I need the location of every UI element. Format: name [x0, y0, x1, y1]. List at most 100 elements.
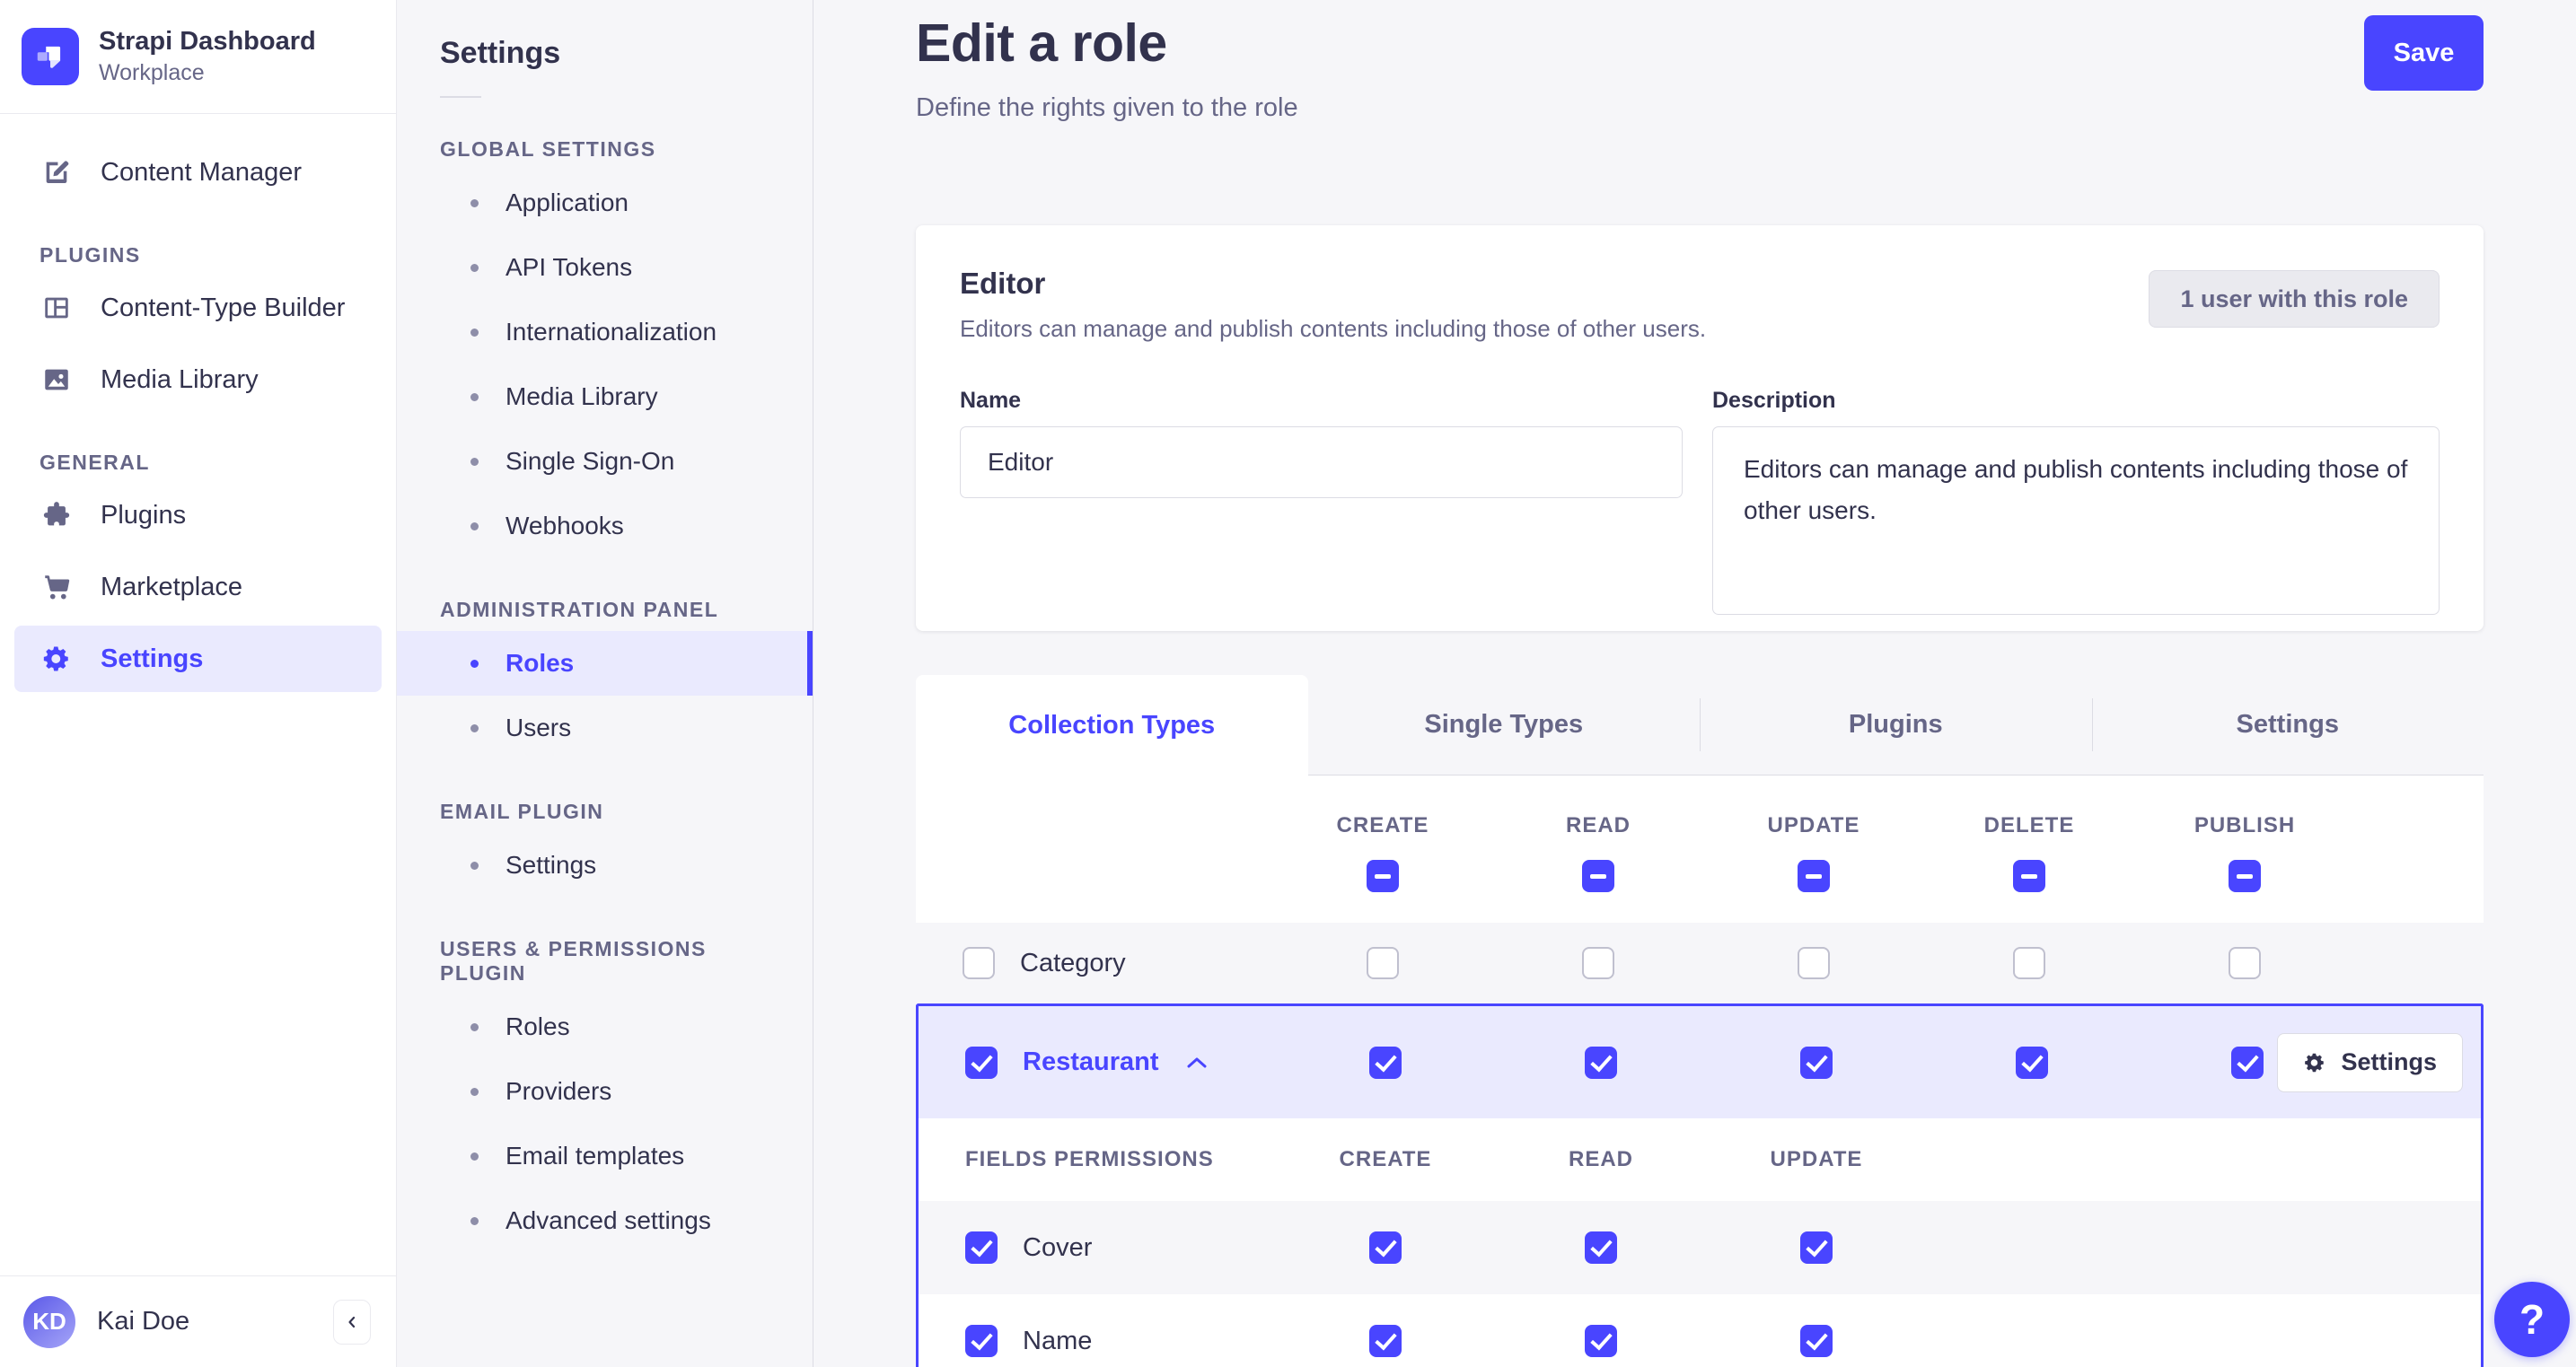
- sidebar-item-settings[interactable]: Settings: [14, 626, 382, 693]
- category-update-checkbox[interactable]: [1798, 947, 1830, 979]
- subnav-item-users[interactable]: Users: [397, 696, 813, 760]
- description-textarea[interactable]: Editors can manage and publish contents …: [1712, 426, 2440, 615]
- row-checkbox[interactable]: [965, 1325, 998, 1357]
- restaurant-update-checkbox[interactable]: [1800, 1046, 1833, 1079]
- tab-single-types[interactable]: Single Types: [1307, 675, 1700, 776]
- column-header-label: CREATE: [1336, 813, 1429, 837]
- restaurant-read-checkbox[interactable]: [1585, 1046, 1617, 1079]
- category-delete-checkbox[interactable]: [2013, 947, 2045, 979]
- column-publish: PUBLISH: [2137, 813, 2352, 892]
- page-title: Edit a role: [916, 13, 1167, 73]
- brand-text: Strapi Dashboard Workplace: [99, 27, 316, 86]
- subnav-item-up-roles[interactable]: Roles: [397, 995, 813, 1059]
- save-button[interactable]: Save: [2364, 15, 2484, 91]
- bullet-dot: [470, 1087, 479, 1096]
- brand-header[interactable]: Strapi Dashboard Workplace: [0, 0, 396, 115]
- select-all-read-checkbox[interactable]: [1582, 860, 1614, 892]
- sidebar-footer: KD Kai Doe: [0, 1275, 396, 1367]
- subnav-title: Settings: [440, 36, 561, 70]
- table-row-restaurant: Restaurant Settings: [919, 1006, 2481, 1118]
- sidebar-item-content-type-builder[interactable]: Content-Type Builder: [14, 275, 382, 341]
- sidebar-item-marketplace[interactable]: Marketplace: [14, 554, 382, 620]
- gear-icon: [2303, 1051, 2326, 1074]
- main-content: Edit a role Define the rights given to t…: [813, 0, 2576, 1367]
- avatar[interactable]: KD: [23, 1295, 75, 1348]
- sidebar-section-general: GENERAL: [40, 451, 150, 475]
- subnav-item-label: Email templates: [506, 1142, 685, 1170]
- strapi-logo-icon: [22, 28, 79, 86]
- subnav-item-label: Single Sign-On: [506, 447, 675, 475]
- subnav-item-api-tokens[interactable]: API Tokens: [397, 235, 813, 300]
- column-header-label: PUBLISH: [2194, 813, 2296, 837]
- row-label[interactable]: Category: [1020, 949, 1126, 978]
- tab-plugins[interactable]: Plugins: [1700, 675, 2092, 776]
- column-delete: DELETE: [1921, 813, 2137, 892]
- subnav-item-media-library[interactable]: Media Library: [397, 364, 813, 429]
- select-all-update-checkbox[interactable]: [1798, 860, 1830, 892]
- subnav-item-single-sign-on[interactable]: Single Sign-On: [397, 429, 813, 494]
- restaurant-settings-button[interactable]: Settings: [2277, 1032, 2463, 1092]
- sidebar-item-plugins[interactable]: Plugins: [14, 482, 382, 548]
- name-update-checkbox[interactable]: [1800, 1325, 1833, 1357]
- cart-icon: [40, 570, 74, 604]
- fields-permissions-header: FIELDS PERMISSIONS CREATE READ UPDATE: [919, 1118, 2481, 1201]
- bullet-dot: [470, 659, 479, 668]
- row-label[interactable]: Restaurant: [1023, 1047, 1159, 1077]
- category-publish-checkbox[interactable]: [2229, 947, 2261, 979]
- subnav-item-label: Advanced settings: [506, 1206, 711, 1234]
- tab-collection-types[interactable]: Collection Types: [916, 675, 1308, 776]
- cover-update-checkbox[interactable]: [1800, 1231, 1833, 1264]
- column-header-label: READ: [1568, 1147, 1633, 1171]
- help-button[interactable]: ?: [2494, 1282, 2570, 1357]
- subnav-item-webhooks[interactable]: Webhooks: [397, 494, 813, 558]
- collapse-sidebar-button[interactable]: [333, 1299, 371, 1345]
- brand-subtitle: Workplace: [99, 60, 205, 86]
- subnav-item-advanced-settings[interactable]: Advanced settings: [397, 1188, 813, 1253]
- restaurant-create-checkbox[interactable]: [1369, 1046, 1402, 1079]
- name-create-checkbox[interactable]: [1369, 1325, 1402, 1357]
- field-row-cover: Cover: [919, 1201, 2481, 1294]
- subnav-item-label: Users: [506, 714, 572, 741]
- category-create-checkbox[interactable]: [1367, 947, 1399, 979]
- subnav-item-email-templates[interactable]: Email templates: [397, 1124, 813, 1188]
- restaurant-publish-checkbox[interactable]: [2231, 1046, 2264, 1079]
- role-title: Editor: [960, 267, 1046, 300]
- select-all-create-checkbox[interactable]: [1367, 860, 1399, 892]
- row-checkbox[interactable]: [965, 1046, 998, 1079]
- column-header-label: UPDATE: [1767, 813, 1860, 837]
- app-root: Strapi Dashboard Workplace Content Manag…: [0, 0, 2576, 1367]
- select-all-publish-checkbox[interactable]: [2229, 860, 2261, 892]
- subnav-item-internationalization[interactable]: Internationalization: [397, 300, 813, 364]
- tab-settings[interactable]: Settings: [2091, 675, 2484, 776]
- sidebar-item-media-library[interactable]: Media Library: [14, 346, 382, 413]
- subnav-item-label: Application: [506, 188, 629, 216]
- subnav-item-roles[interactable]: Roles: [397, 631, 813, 696]
- row-label: Cover: [1023, 1232, 1093, 1262]
- row-checkbox[interactable]: [965, 1231, 998, 1264]
- chevron-up-icon[interactable]: [1186, 1056, 1208, 1070]
- subnav-item-providers[interactable]: Providers: [397, 1059, 813, 1124]
- cover-create-checkbox[interactable]: [1369, 1231, 1402, 1264]
- subnav-item-email-settings[interactable]: Settings: [397, 833, 813, 898]
- sidebar-item-label: Media Library: [101, 364, 259, 394]
- row-checkbox[interactable]: [963, 947, 995, 979]
- row-label-cell: Cover: [919, 1231, 1278, 1264]
- sidebar-item-content-manager[interactable]: Content Manager: [14, 139, 382, 206]
- subnav-item-application[interactable]: Application: [397, 171, 813, 235]
- name-input[interactable]: [960, 426, 1683, 498]
- name-read-checkbox[interactable]: [1585, 1325, 1617, 1357]
- settings-subnav: Settings GLOBAL SETTINGS Application API…: [397, 0, 813, 1367]
- subnav-item-label: API Tokens: [506, 253, 633, 281]
- users-with-role-button[interactable]: 1 user with this role: [2149, 270, 2440, 328]
- restaurant-delete-checkbox[interactable]: [2016, 1046, 2048, 1079]
- subnav-section-global-settings: GLOBAL SETTINGS: [440, 137, 656, 161]
- sidebar-item-label: Marketplace: [101, 572, 242, 601]
- chevron-left-icon: [343, 1313, 361, 1331]
- sidebar-section-plugins: PLUGINS: [40, 243, 141, 267]
- role-description-text: Editors can manage and publish contents …: [960, 315, 1707, 342]
- column-create: CREATE: [1275, 813, 1490, 892]
- cover-read-checkbox[interactable]: [1585, 1231, 1617, 1264]
- select-all-delete-checkbox[interactable]: [2013, 860, 2045, 892]
- category-read-checkbox[interactable]: [1582, 947, 1614, 979]
- sidebar-item-label: Plugins: [101, 500, 187, 530]
